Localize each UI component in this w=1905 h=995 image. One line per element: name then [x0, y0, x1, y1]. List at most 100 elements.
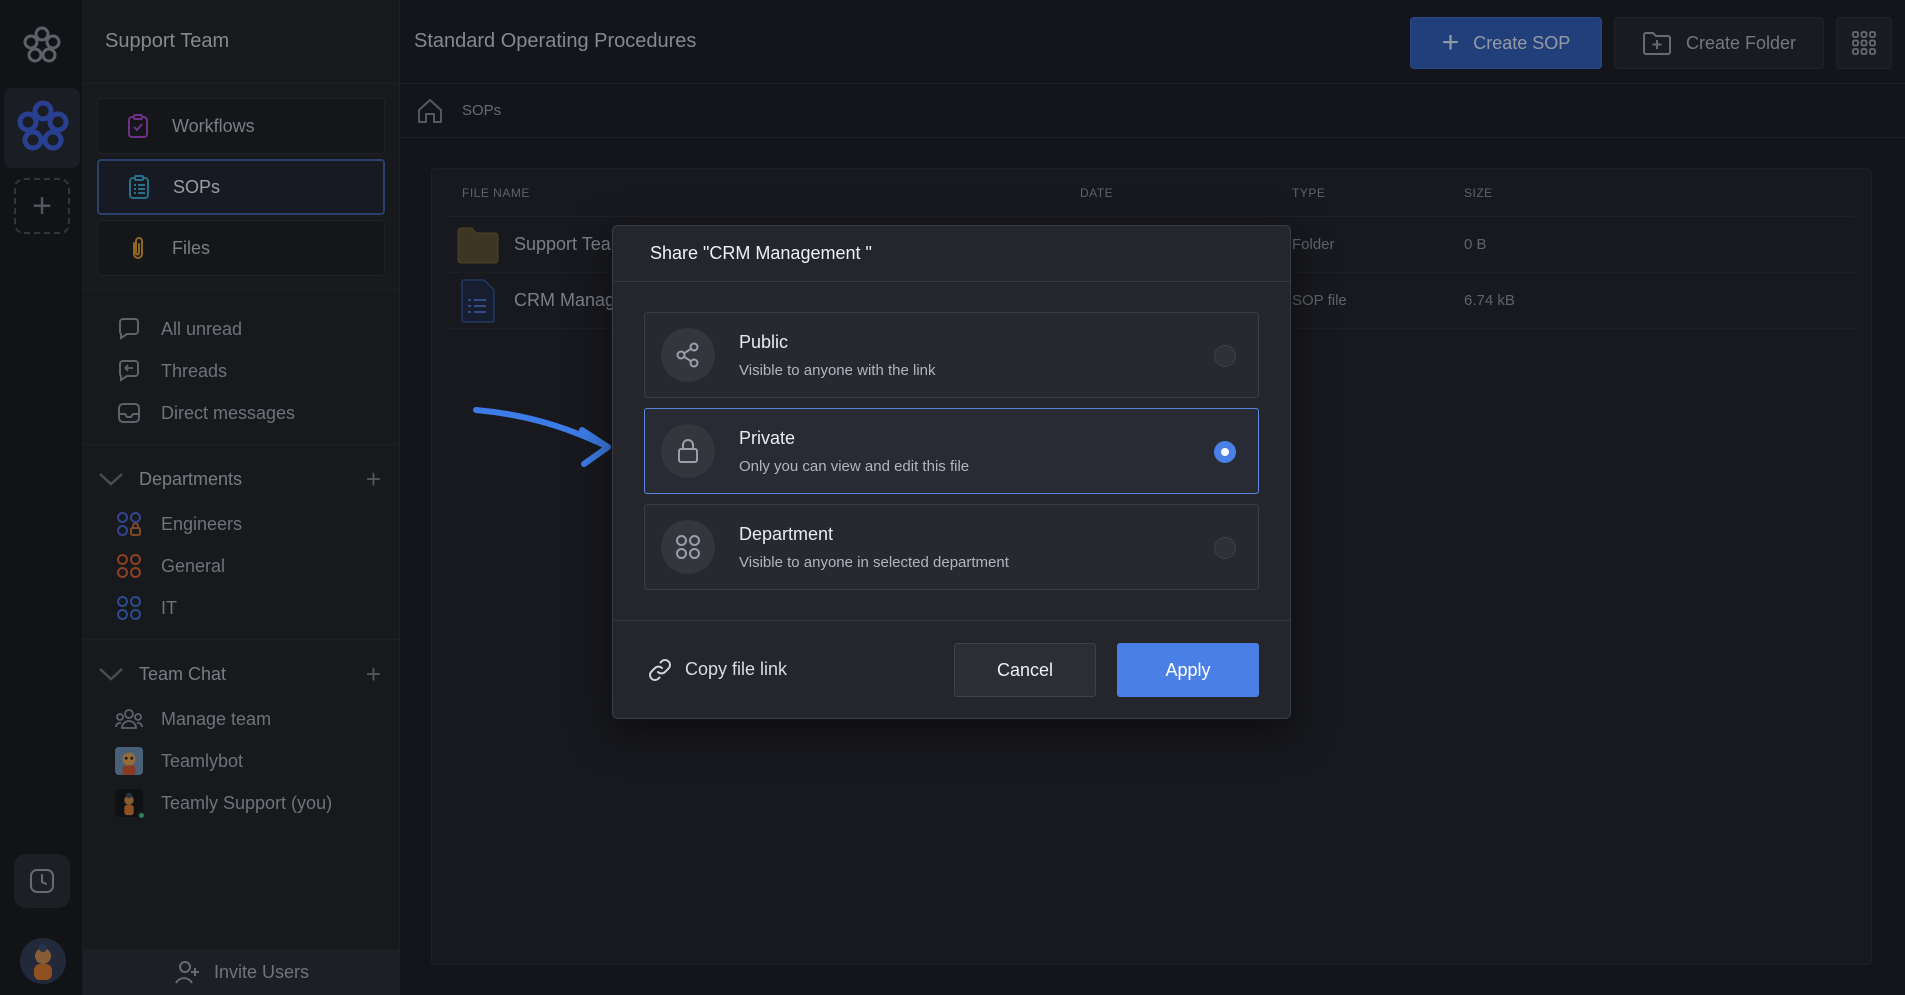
workspace-name[interactable]: Support Team: [83, 0, 399, 84]
sidebar-item-label: SOPs: [173, 176, 221, 197]
option-private[interactable]: Private Only you can view and edit this …: [644, 408, 1259, 494]
apply-button[interactable]: Apply: [1117, 643, 1259, 697]
file-type: Folder: [1292, 236, 1335, 253]
add-department-button[interactable]: +: [366, 466, 381, 492]
option-description: Visible to anyone in selected department: [739, 553, 1009, 571]
add-user-icon: [174, 959, 202, 985]
sidebar-item-manage-team[interactable]: Manage team: [83, 698, 399, 740]
radio-public[interactable]: [1214, 345, 1236, 367]
create-folder-label: Create Folder: [1685, 32, 1797, 53]
plus-icon: +: [1441, 26, 1460, 59]
inbox-list: All unread Threads Direct messages: [83, 290, 399, 445]
team-chat-header[interactable]: Team Chat +: [83, 650, 399, 698]
add-workspace-button[interactable]: +: [14, 178, 70, 234]
column-header-date[interactable]: DATE: [1080, 186, 1292, 200]
option-description: Visible to anyone with the link: [739, 361, 936, 379]
share-icon: [661, 328, 715, 382]
dialog-footer: Copy file link Cancel Apply: [613, 620, 1290, 718]
add-chat-button[interactable]: +: [366, 661, 381, 687]
page-title: Standard Operating Procedures: [414, 30, 697, 52]
sop-file-icon: [456, 278, 500, 324]
sidebar-item-workflows[interactable]: Workflows: [97, 98, 385, 154]
create-sop-button[interactable]: + Create SOP: [1410, 17, 1602, 69]
copy-file-link-button[interactable]: Copy file link: [647, 657, 787, 683]
section-title: Departments: [139, 468, 243, 489]
user-avatar[interactable]: [20, 938, 66, 984]
option-public[interactable]: Public Visible to anyone with the link: [644, 312, 1259, 398]
file-type: SOP file: [1292, 292, 1347, 309]
option-title: Department: [739, 523, 834, 544]
create-sop-label: Create SOP: [1473, 32, 1571, 53]
option-title: Public: [739, 331, 789, 352]
option-department[interactable]: Department Visible to anyone in selected…: [644, 504, 1259, 590]
chevron-down-icon: [97, 666, 127, 682]
department-icon: [115, 510, 143, 538]
radio-department[interactable]: [1214, 537, 1236, 559]
sidebar-item-label: Threads: [161, 360, 228, 381]
invite-users-button[interactable]: Invite Users: [83, 949, 400, 995]
sidebar-item-it[interactable]: IT: [83, 587, 399, 629]
sidebar-item-files[interactable]: Files: [97, 220, 385, 276]
visibility-options: Public Visible to anyone with the link P…: [613, 282, 1290, 590]
file-name: Support Tea: [514, 234, 611, 254]
clipboard-check-icon: [124, 112, 152, 140]
sidebar-item-direct-messages[interactable]: Direct messages: [83, 392, 399, 434]
history-clock-icon[interactable]: [14, 854, 70, 908]
column-header-name[interactable]: FILE NAME: [448, 186, 1080, 200]
chat-bubble-icon: [115, 315, 143, 343]
grid-icon: [1852, 31, 1876, 55]
option-description: Only you can view and edit this file: [739, 457, 970, 475]
lock-icon: [661, 424, 715, 478]
sidebar-item-label: General: [161, 555, 226, 576]
inbox-icon: [115, 399, 143, 427]
apps-grid-button[interactable]: [1836, 17, 1892, 69]
sidebar-item-label: IT: [161, 597, 177, 618]
sidebar-item-sops[interactable]: SOPs: [97, 159, 385, 215]
folder-plus-icon: [1642, 30, 1672, 56]
sidebar-item-label: Workflows: [172, 115, 255, 136]
sidebar-item-general[interactable]: General: [83, 545, 399, 587]
table-header: FILE NAME DATE TYPE SIZE: [448, 169, 1855, 217]
chevron-down-icon: [97, 471, 127, 487]
sidebar-item-label: Manage team: [161, 708, 272, 729]
folder-icon: [456, 225, 500, 265]
sidebar-item-threads[interactable]: Threads: [83, 350, 399, 392]
paperclip-icon: [124, 234, 152, 262]
list-doc-icon: [125, 173, 153, 201]
department-icon: [115, 552, 143, 580]
create-folder-button[interactable]: Create Folder: [1614, 17, 1824, 69]
section-title: Team Chat: [139, 663, 227, 684]
workspace-switcher[interactable]: [4, 88, 80, 168]
workspace-rail: +: [0, 0, 83, 995]
link-icon: [647, 657, 673, 683]
column-header-type[interactable]: TYPE: [1292, 186, 1464, 200]
sidebar-item-label: Teamly Support (you): [161, 792, 333, 813]
sidebar: Support Team Workflows SOPs Files All un…: [83, 0, 400, 995]
sidebar-item-teamly-support[interactable]: Teamly Support (you): [83, 782, 399, 824]
home-icon[interactable]: [416, 97, 444, 125]
sidebar-nav: Workflows SOPs Files: [83, 84, 399, 290]
sidebar-item-all-unread[interactable]: All unread: [83, 308, 399, 350]
share-dialog: Share "CRM Management " Public Visible t…: [612, 225, 1291, 719]
radio-private[interactable]: [1214, 441, 1236, 463]
workspace-logo-icon: [17, 100, 69, 151]
annotation-arrow-icon: [473, 407, 611, 467]
bot-avatar: [115, 747, 143, 775]
option-title: Private: [739, 427, 796, 448]
column-header-size[interactable]: SIZE: [1464, 186, 1664, 200]
cancel-button[interactable]: Cancel: [954, 643, 1096, 697]
sidebar-item-label: Files: [172, 237, 211, 258]
app-logo-icon[interactable]: [20, 24, 64, 68]
sidebar-item-teamlybot[interactable]: Teamlybot: [83, 740, 399, 782]
department-icon: [661, 520, 715, 574]
departments-header[interactable]: Departments +: [83, 455, 399, 503]
team-chat-section: Team Chat + Manage team Teamlybot Teamly…: [83, 650, 399, 834]
file-name: CRM Manag: [514, 290, 616, 310]
sidebar-item-label: Direct messages: [161, 402, 296, 423]
department-icon: [115, 594, 143, 622]
invite-users-label: Invite Users: [213, 961, 310, 982]
sidebar-item-engineers[interactable]: Engineers: [83, 503, 399, 545]
file-size: 0 B: [1464, 236, 1487, 253]
breadcrumb-item[interactable]: SOPs: [462, 102, 501, 119]
sidebar-item-label: Teamlybot: [161, 750, 244, 771]
